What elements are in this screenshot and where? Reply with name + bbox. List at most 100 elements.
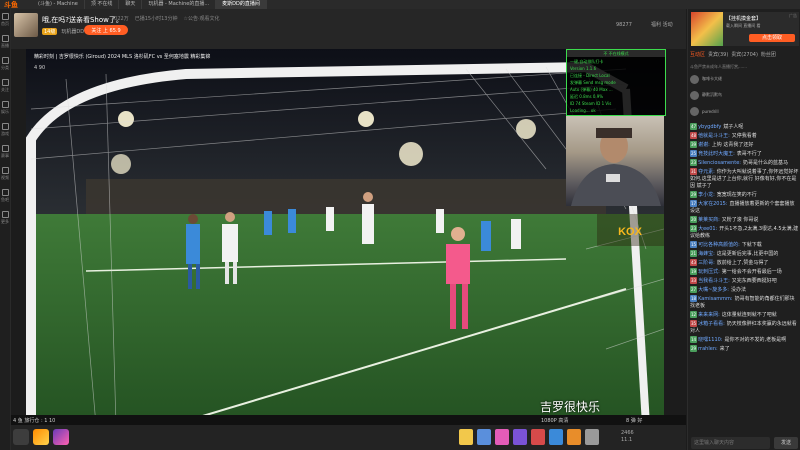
gift-item[interactable] <box>567 429 581 445</box>
compliance-notice: 斗鱼严禁未成年人直播打赏,...... <box>690 64 747 69</box>
chat-username[interactable]: 来来来网: <box>698 312 720 318</box>
ad-banner[interactable]: 【挂机摸金套】 载入瞬间 直播间 看 点击领取 广告 <box>691 12 799 46</box>
chat-username[interactable]: 李小龙: <box>698 192 715 198</box>
user-level-badge: 29 <box>690 345 698 352</box>
user-level-badge: 43 <box>690 259 698 266</box>
chat-username[interactable]: 他就是斗斗王: <box>698 133 730 139</box>
chat-username[interactable]: 当我看斗斗王: <box>698 278 730 284</box>
chat-username[interactable]: 三阶哥: <box>698 260 715 266</box>
chat-message: 29 rrahlen: 来了 <box>690 345 799 353</box>
right-sidebar: 【挂机摸金套】 载入瞬间 直播间 看 点击领取 广告 互动区 贵宾(39) 贵宾… <box>687 9 800 450</box>
ad-label: 广告 <box>789 13 797 18</box>
user-card-icon[interactable] <box>13 429 29 445</box>
chat-message: 23 大ee01: 开头1不急,2太满,3很达,4.5太满,建议给教练 <box>690 225 799 240</box>
tab-fans[interactable]: 粉丝团 <box>761 51 776 61</box>
send-button[interactable]: 发送 <box>774 437 798 449</box>
chat-username[interactable]: ybygdbfy <box>698 124 721 130</box>
chat-username[interactable]: 夺元素: <box>698 169 715 175</box>
chat-username[interactable]: 莱莱买商: <box>698 217 720 223</box>
host-avatar[interactable] <box>14 13 38 37</box>
tab-5-active[interactable]: 麦斯DD的直播间 <box>216 0 267 9</box>
nav-item-fishbar[interactable]: 鱼吧 <box>0 185 10 207</box>
chat-username[interactable]: 大嘴~旋多多: <box>698 287 729 293</box>
chat-username[interactable]: 可比各种高颜值的: <box>698 242 740 248</box>
tab-1[interactable]: (斗鱼) - Machine <box>32 0 85 9</box>
nav-item-category[interactable]: 分类 <box>0 53 10 75</box>
gift-item[interactable] <box>513 429 527 445</box>
chat-username[interactable]: Kamisammm: <box>698 296 732 302</box>
chat-username[interactable]: 晓嘿1110: <box>698 337 722 343</box>
more-icon <box>1 211 9 218</box>
tab-interaction[interactable]: 互动区 <box>690 51 705 61</box>
nav-item-video[interactable]: 视频 <box>0 163 10 185</box>
gift-item[interactable] <box>495 429 509 445</box>
chat-list[interactable]: 47 ybygdbfy 斌子人呢 48 他就是斗斗王: 又停我看着 39 谢谢: 上钩 这青我了… <box>688 123 800 426</box>
header-activity-button[interactable]: 福利 活动 <box>651 21 673 28</box>
chat-text: 又完东西要西挺好吧 <box>731 278 777 284</box>
terminal-line: Auto (弹幕) 40 Max ... <box>570 87 613 92</box>
webcam-scene <box>571 128 661 206</box>
streamer-webcam <box>566 116 664 206</box>
room-header: 哦,在吗?送亲看Show了。 14级 玩机器DD 关注 上 65.9 1022万… <box>11 9 686 49</box>
ad-claim-button[interactable]: 点击领取 <box>749 34 795 42</box>
chat-username[interactable]: 海蜂宝: <box>698 251 715 257</box>
chat-username[interactable]: 冰箱子看看: <box>698 321 725 327</box>
gift-item[interactable] <box>549 429 563 445</box>
user-level-badge: 31 <box>690 168 698 175</box>
chat-username[interactable]: rrahlen: <box>698 346 718 352</box>
user-level-badge: 35 <box>690 320 698 327</box>
chat-text: 又停我看着 <box>731 133 757 139</box>
streamer-logo-overlay: KOX <box>597 214 664 246</box>
user-level-badge: 23 <box>690 225 698 232</box>
gift-item[interactable] <box>531 429 545 445</box>
chat-bubble-icon <box>1 189 9 196</box>
category-icon <box>1 57 9 64</box>
chat-text: 放前给上了,赞金马得了 <box>716 260 769 266</box>
user-level-badge: 27 <box>690 286 698 293</box>
gift-item[interactable] <box>459 429 473 445</box>
follow-button[interactable]: 关注 上 65.9 <box>84 25 128 35</box>
host-name[interactable]: 玩机器DD <box>61 28 84 35</box>
chat-username[interactable]: 谢谢: <box>698 142 710 148</box>
terminal-line: ID 74 Steam ID 1 Vis <box>570 101 612 106</box>
chat-text: 这是更新后完事,比更中国的 <box>716 251 779 257</box>
tab-vip[interactable]: 贵宾(39) <box>708 51 728 61</box>
nav-item-live[interactable]: 直播 <box>0 31 10 53</box>
nav-item-match[interactable]: 赛事 <box>0 141 10 163</box>
chat-message: 33 当我看斗斗王: 又完东西要西挺好吧 <box>690 277 799 285</box>
nav-item-game[interactable]: 游戏 <box>0 119 10 141</box>
rank-row[interactable]: 静默沉默鸟 <box>690 88 799 102</box>
sidebar-tabs: 互动区 贵宾(39) 贵宾(2704) 粉丝团 <box>688 51 800 61</box>
chat-username[interactable]: Silenciosamente: <box>698 160 741 166</box>
nav-item-more[interactable]: 更多 <box>0 207 10 229</box>
nav-item-ent[interactable]: 娱乐 <box>0 97 10 119</box>
chat-text: 奶哥是什么的蓝基马 <box>743 160 789 166</box>
quality-selector[interactable]: 1080P 高清 <box>541 417 568 424</box>
trophy-icon <box>1 145 9 152</box>
gift-item[interactable] <box>585 429 599 445</box>
chat-message: 27 大嘴~旋多多: 没办法 <box>690 286 799 294</box>
tab-guests[interactable]: 贵宾(2704) <box>731 51 758 61</box>
nav-item-home[interactable]: 首页 <box>0 9 10 31</box>
chat-username[interactable]: 大家在2015: <box>698 201 727 207</box>
chat-input[interactable]: 这里输入聊天内容 <box>691 437 770 449</box>
rank-row[interactable]: puredrill <box>690 104 799 118</box>
tab-3[interactable]: 聊天 <box>119 0 143 9</box>
event-icon[interactable] <box>53 429 69 445</box>
chat-message: 19 玩刺压式: 第一给会不会开看最后一场 <box>690 268 799 276</box>
rank-row[interactable]: 咖啡卡大佬 <box>690 72 799 86</box>
treasure-box-icon[interactable] <box>33 429 49 445</box>
rank-avatar <box>690 74 699 84</box>
announcement-link[interactable]: ☆公告·观看文化 <box>183 15 219 22</box>
user-level-badge: 14 <box>690 336 698 343</box>
chat-username[interactable]: 大ee01: <box>698 226 717 232</box>
browser-tab-strip: 斗鱼 (斗鱼) - Machine 顶 不在线 聊天 玩机器 - Machine… <box>0 0 800 9</box>
tab-2[interactable]: 顶 不在线 <box>85 0 120 9</box>
gift-item[interactable] <box>477 429 491 445</box>
danmu-toggle[interactable]: 8 弹 好 <box>626 417 642 424</box>
chat-username[interactable]: 玩刺压式: <box>698 269 720 275</box>
chat-username[interactable]: 竞技此时大魔王: <box>698 151 735 157</box>
hot-number: 98277 <box>616 22 632 28</box>
nav-item-follow[interactable]: 关注 <box>0 75 10 97</box>
tab-4[interactable]: 玩机器 - Machine的直播... <box>142 0 217 9</box>
